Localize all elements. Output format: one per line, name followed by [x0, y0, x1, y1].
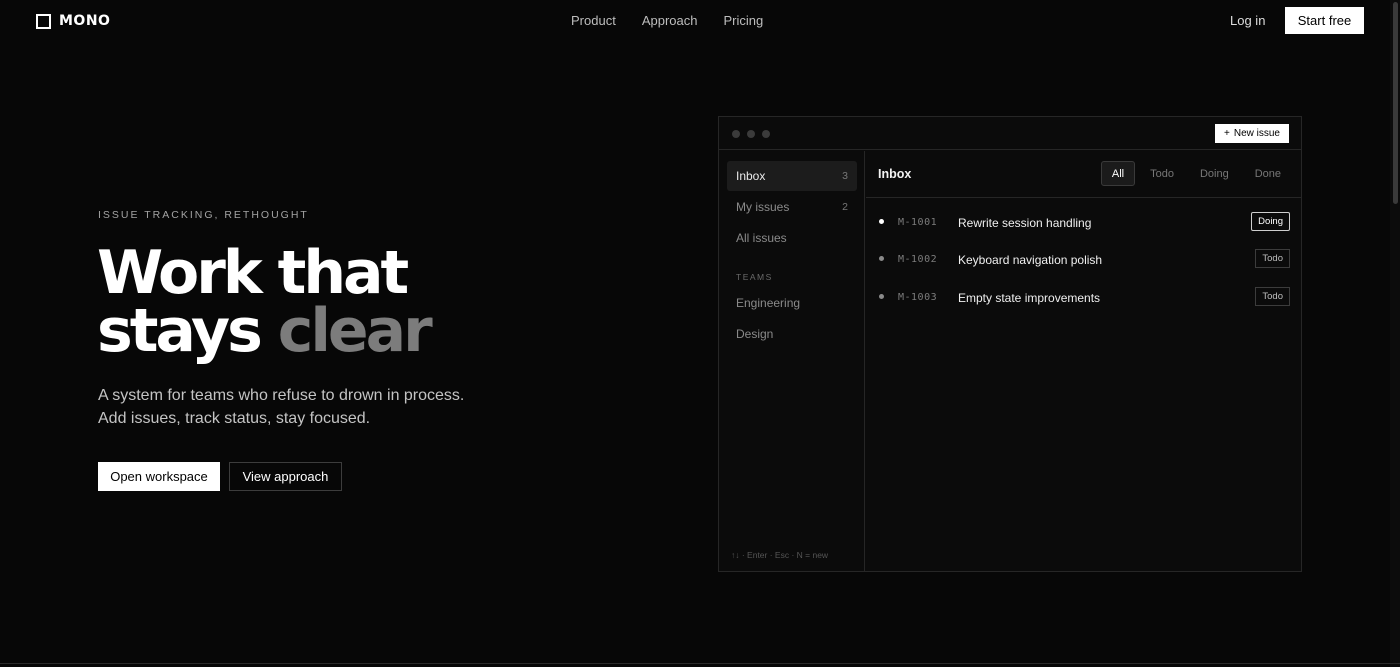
section-divider: [0, 663, 1400, 664]
issue-title: Rewrite session handling: [958, 216, 1092, 230]
sidebar-item-count: 2: [842, 201, 848, 213]
sidebar-item-my-issues[interactable]: My issues 2: [727, 192, 857, 222]
sidebar-item-design[interactable]: Design: [727, 319, 857, 349]
sidebar-item-inbox[interactable]: Inbox 3: [727, 161, 857, 191]
scrollbar-thumb[interactable]: [1393, 2, 1398, 204]
status-dot-icon: [879, 256, 884, 261]
app-main: Inbox All Todo Doing Done M-1001 Rewrite…: [866, 151, 1302, 572]
tab-all[interactable]: All: [1100, 161, 1136, 186]
tab-done[interactable]: Done: [1244, 161, 1292, 186]
issue-title: Keyboard navigation polish: [958, 253, 1103, 267]
logo-square-icon: [36, 13, 51, 29]
window-dot-icon: [747, 130, 755, 138]
sidebar-item-engineering[interactable]: Engineering: [727, 288, 857, 318]
window-dot-icon: [732, 130, 740, 138]
start-free-button[interactable]: Start free: [1285, 7, 1364, 34]
logo[interactable]: MONO: [36, 13, 110, 29]
view-approach-button[interactable]: View approach: [229, 462, 342, 491]
sidebar-item-label: Engineering: [736, 296, 801, 310]
hero-eyebrow: ISSUE TRACKING, RETHOUGHT: [98, 209, 309, 221]
nav-links: Product Approach Pricing: [571, 13, 763, 28]
issue-row[interactable]: M-1002 Keyboard navigation polish Todo: [866, 244, 1302, 274]
subtext-line-1: A system for teams who refuse to drown i…: [98, 387, 465, 404]
window-dot-icon: [762, 130, 770, 138]
issue-row[interactable]: M-1001 Rewrite session handling Doing: [866, 207, 1302, 237]
subtext-line-2: Add issues, track status, stay focused.: [98, 410, 371, 427]
status-dot-icon: [879, 219, 884, 224]
sidebar-item-label: All issues: [736, 231, 787, 245]
app-sidebar: Inbox 3 My issues 2 All issues TEAMS Eng…: [719, 151, 865, 572]
new-issue-button[interactable]: + New issue: [1215, 124, 1289, 143]
headline-word-stays: stays: [97, 296, 263, 366]
page-scrollbar[interactable]: [1390, 0, 1400, 667]
hero-headline: Work that stays clear: [97, 243, 433, 361]
tab-doing[interactable]: Doing: [1189, 161, 1240, 186]
sidebar-item-label: Inbox: [736, 169, 766, 183]
issue-id: M-1001: [898, 217, 938, 228]
issue-id: M-1003: [898, 292, 938, 303]
nav-link-pricing[interactable]: Pricing: [723, 13, 763, 28]
filter-tabs: All Todo Doing Done: [1100, 161, 1292, 186]
open-workspace-button[interactable]: Open workspace: [98, 462, 220, 491]
tab-todo[interactable]: Todo: [1139, 161, 1185, 186]
top-nav: MONO Product Approach Pricing Log in Sta…: [0, 0, 1400, 40]
sidebar-item-count: 3: [842, 170, 848, 182]
new-issue-label: New issue: [1233, 128, 1280, 139]
issue-title: Empty state improvements: [958, 291, 1101, 305]
keyboard-shortcuts-hint: ↑↓ · Enter · Esc · N = new: [731, 550, 829, 560]
sidebar-item-all-issues[interactable]: All issues: [727, 223, 857, 253]
plus-icon: +: [1224, 128, 1230, 139]
nav-link-approach[interactable]: Approach: [642, 13, 698, 28]
issue-id: M-1002: [898, 254, 938, 265]
issue-row[interactable]: M-1003 Empty state improvements Todo: [866, 282, 1302, 312]
status-dot-icon: [879, 294, 884, 299]
sidebar-section-teams: TEAMS: [736, 272, 773, 282]
headline-word-clear: clear: [277, 296, 433, 366]
logo-text: MONO: [59, 13, 111, 29]
sidebar-item-label: My issues: [736, 200, 790, 214]
login-link[interactable]: Log in: [1230, 13, 1265, 28]
sidebar-item-label: Design: [736, 327, 774, 341]
app-preview-window: + New issue Inbox 3 My issues 2 All issu…: [718, 116, 1302, 572]
status-badge[interactable]: Todo: [1255, 287, 1290, 306]
status-badge[interactable]: Doing: [1251, 212, 1290, 231]
main-header: Inbox All Todo Doing Done: [866, 151, 1302, 198]
hero-subtext: A system for teams who refuse to drown i…: [98, 384, 464, 430]
main-title: Inbox: [878, 167, 912, 181]
nav-link-product[interactable]: Product: [571, 13, 616, 28]
window-titlebar: + New issue: [719, 117, 1301, 150]
status-badge[interactable]: Todo: [1255, 249, 1290, 268]
